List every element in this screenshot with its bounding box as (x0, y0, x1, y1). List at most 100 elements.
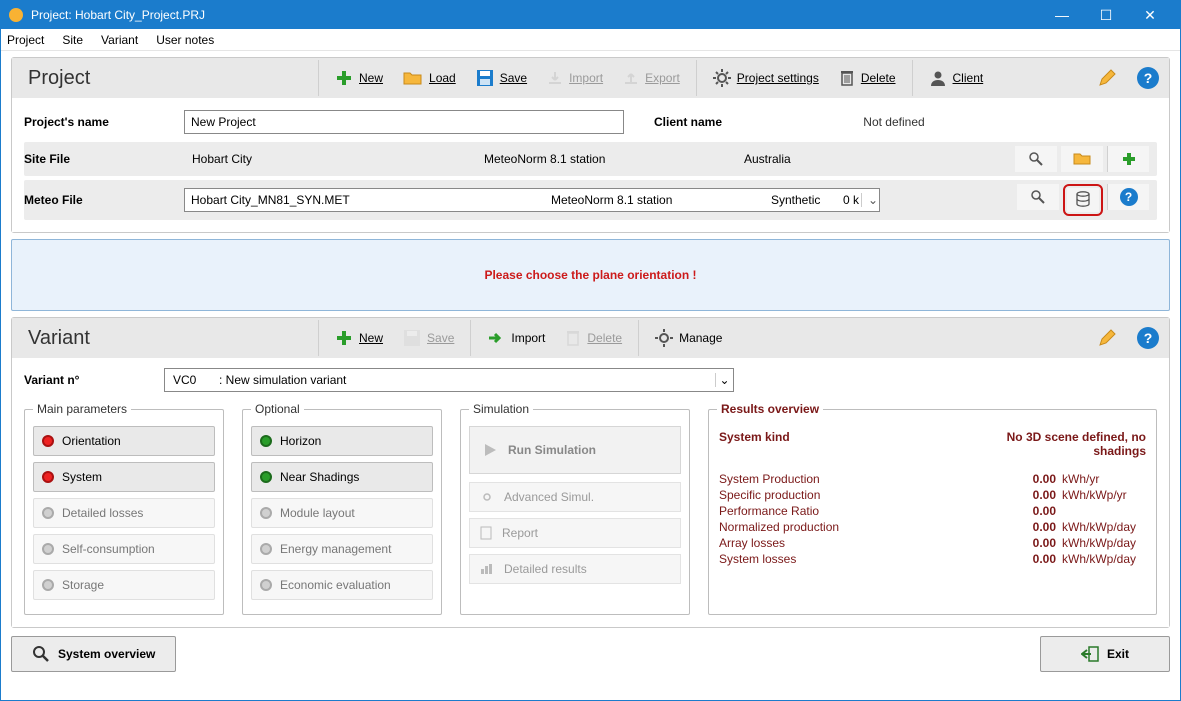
status-dot-icon (260, 435, 272, 447)
site-add-button[interactable] (1107, 146, 1149, 172)
menu-site[interactable]: Site (62, 33, 83, 47)
meteo-type: Synthetic (765, 193, 826, 207)
project-panel-title: Project (12, 67, 312, 90)
pencil-icon (1097, 328, 1117, 348)
client-name-label: Client name (654, 115, 794, 129)
client-name-value: Not defined (794, 115, 994, 129)
variant-import-button[interactable]: Import (477, 318, 555, 358)
project-save-button[interactable]: Save (466, 58, 537, 98)
main-parameters-group: Main parameters Orientation System Detai… (24, 402, 224, 615)
status-dot-icon (260, 471, 272, 483)
import-icon (547, 70, 563, 86)
results-key: Normalized production (719, 520, 1006, 534)
detailed-results-button[interactable]: Detailed results (469, 554, 681, 584)
results-unit: kWh/kWp/day (1056, 520, 1146, 534)
results-head-right: No 3D scene defined, no shadings (966, 430, 1146, 458)
chevron-down-icon[interactable]: ⌄ (861, 193, 879, 207)
site-file-row: Site File Hobart City MeteoNorm 8.1 stat… (24, 142, 1157, 176)
meteo-help-button[interactable]: ? (1107, 184, 1149, 210)
optional-group: Optional Horizon Near Shadings Module la… (242, 402, 442, 615)
economic-evaluation-button[interactable]: Economic evaluation (251, 570, 433, 600)
module-layout-button[interactable]: Module layout (251, 498, 433, 528)
status-dot-icon (42, 435, 54, 447)
meteo-file-row: Meteo File Hobart City_MN81_SYN.MET Mete… (24, 180, 1157, 220)
exit-button[interactable]: Exit (1040, 636, 1170, 672)
results-key: System Production (719, 472, 1006, 486)
project-new-button[interactable]: New (325, 58, 393, 98)
horizon-button[interactable]: Horizon (251, 426, 433, 456)
folder-open-icon (1073, 152, 1091, 166)
results-key: System losses (719, 552, 1006, 566)
variant-new-button[interactable]: New (325, 318, 393, 358)
minimize-button[interactable]: — (1040, 1, 1084, 29)
results-value: 0.00 (1006, 472, 1056, 486)
help-icon: ? (1137, 327, 1159, 349)
site-open-button[interactable] (1061, 146, 1103, 172)
detailed-losses-button[interactable]: Detailed losses (33, 498, 215, 528)
results-row: Array losses0.00kWh/kWp/day (719, 536, 1146, 550)
menubar: Project Site Variant User notes (1, 29, 1180, 51)
project-client-button[interactable]: Client (919, 58, 994, 98)
chevron-down-icon[interactable]: ⌄ (715, 373, 733, 387)
results-unit: kWh/kWp/yr (1056, 488, 1146, 502)
app-window: Project: Hobart City_Project.PRJ — ☐ ✕ P… (0, 0, 1181, 701)
project-delete-button[interactable]: Delete (829, 58, 906, 98)
menu-variant[interactable]: Variant (101, 33, 138, 47)
variant-select[interactable]: VC0 : New simulation variant ⌄ (164, 368, 734, 392)
gear-icon (713, 69, 731, 87)
system-button[interactable]: System (33, 462, 215, 492)
results-key: Array losses (719, 536, 1006, 550)
results-row: Performance Ratio0.00 (719, 504, 1146, 518)
advanced-simul-button[interactable]: Advanced Simul. (469, 482, 681, 512)
site-source: MeteoNorm 8.1 station (484, 152, 744, 166)
site-view-button[interactable] (1015, 146, 1057, 172)
results-head-left: System kind (719, 430, 790, 458)
magnifier-icon (32, 645, 50, 663)
project-name-input[interactable] (184, 110, 624, 134)
project-settings-button[interactable]: Project settings (703, 58, 829, 98)
system-overview-button[interactable]: System overview (11, 636, 176, 672)
meteo-dist: 0 k (826, 193, 861, 207)
results-value: 0.00 (1006, 488, 1056, 502)
storage-button[interactable]: Storage (33, 570, 215, 600)
main-parameters-legend: Main parameters (33, 402, 131, 416)
run-simulation-button[interactable]: Run Simulation (469, 426, 681, 474)
plus-icon (335, 329, 353, 347)
titlebar: Project: Hobart City_Project.PRJ — ☐ ✕ (1, 1, 1180, 29)
near-shadings-button[interactable]: Near Shadings (251, 462, 433, 492)
variant-name: : New simulation variant (215, 373, 715, 387)
menu-project[interactable]: Project (7, 33, 44, 47)
report-button[interactable]: Report (469, 518, 681, 548)
site-file-label: Site File (24, 152, 184, 166)
project-panel: Project New Load Save (11, 57, 1170, 233)
project-import-button[interactable]: Import (537, 58, 613, 98)
close-button[interactable]: ✕ (1128, 1, 1172, 29)
menu-user-notes[interactable]: User notes (156, 33, 214, 47)
variant-edit-button[interactable] (1087, 318, 1127, 358)
meteo-file-select[interactable]: Hobart City_MN81_SYN.MET MeteoNorm 8.1 s… (184, 188, 880, 212)
project-edit-button[interactable] (1087, 58, 1127, 98)
results-row: Specific production0.00kWh/kWp/yr (719, 488, 1146, 502)
results-unit: kWh/kWp/day (1056, 536, 1146, 550)
site-name: Hobart City (184, 152, 484, 166)
status-dot-icon (42, 543, 54, 555)
help-icon: ? (1120, 188, 1138, 206)
variant-save-button[interactable]: Save (393, 318, 464, 358)
energy-management-button[interactable]: Energy management (251, 534, 433, 564)
meteo-view-button[interactable] (1017, 184, 1059, 210)
maximize-button[interactable]: ☐ (1084, 1, 1128, 29)
orientation-button[interactable]: Orientation (33, 426, 215, 456)
document-icon (480, 526, 492, 540)
gear-icon (655, 329, 673, 347)
status-dot-icon (260, 579, 272, 591)
magnifier-icon (1030, 189, 1046, 205)
project-export-button[interactable]: Export (613, 58, 690, 98)
meteo-database-button[interactable] (1067, 188, 1099, 212)
self-consumption-button[interactable]: Self-consumption (33, 534, 215, 564)
variant-manage-button[interactable]: Manage (645, 318, 732, 358)
project-load-button[interactable]: Load (393, 58, 466, 98)
database-icon (1075, 191, 1091, 209)
variant-delete-button[interactable]: Delete (555, 318, 632, 358)
project-help-button[interactable]: ? (1127, 58, 1169, 98)
variant-help-button[interactable]: ? (1127, 318, 1169, 358)
